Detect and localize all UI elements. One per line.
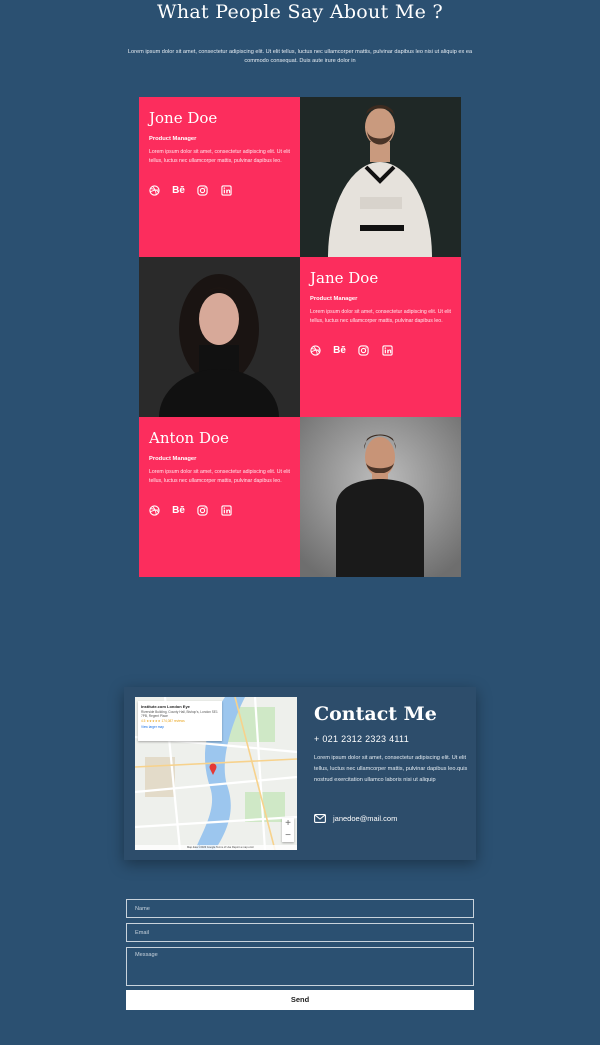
behance-icon[interactable]: Bē xyxy=(172,505,185,516)
name-input[interactable] xyxy=(126,899,474,918)
google-map[interactable]: Institute.com London Eye Riverside Build… xyxy=(135,697,297,850)
dribbble-icon[interactable] xyxy=(149,185,160,196)
linkedin-icon[interactable] xyxy=(221,185,232,196)
social-links: Bē xyxy=(149,185,290,196)
map-rating: 4.5 ★★★★★ 174,087 reviews xyxy=(141,719,185,723)
person-bio: Lorem ipsum dolor sit amet, consectetur … xyxy=(310,309,451,324)
linkedin-icon[interactable] xyxy=(221,505,232,516)
contact-phone: + 021 2312 2323 4111 xyxy=(314,734,410,744)
person-card-1: Jone Doe Product Manager Lorem ipsum dol… xyxy=(139,97,300,257)
person-photo-2 xyxy=(139,257,300,417)
map-address: Riverside Building, County Hall, Bishop'… xyxy=(141,710,218,718)
zoom-out-button[interactable]: − xyxy=(282,830,294,842)
person-card-2: Jane Doe Product Manager Lorem ipsum dol… xyxy=(300,257,461,417)
person-photo-1 xyxy=(300,97,461,257)
contact-body: Lorem ipsum dolor sit amet, consectetur … xyxy=(314,755,468,783)
zoom-in-button[interactable]: + xyxy=(282,818,294,830)
contact-email-row[interactable]: janedoe@mail.com xyxy=(314,814,397,823)
dribbble-icon[interactable] xyxy=(149,505,160,516)
map-place: Institute.com London Eye xyxy=(141,704,190,709)
person-bio: Lorem ipsum dolor sit amet, consectetur … xyxy=(149,469,290,484)
person-name: Anton Doe xyxy=(149,429,229,447)
map-zoom-controls: + − xyxy=(282,818,294,842)
view-larger-map-link[interactable]: View larger map xyxy=(141,725,219,729)
message-textarea[interactable] xyxy=(126,947,474,986)
dribbble-icon[interactable] xyxy=(310,345,321,356)
section-subtitle: Lorem ipsum dolor sit amet, consectetur … xyxy=(127,49,473,64)
instagram-icon[interactable] xyxy=(197,185,208,196)
team-grid: Jone Doe Product Manager Lorem ipsum dol… xyxy=(139,97,461,577)
email-input[interactable] xyxy=(126,923,474,942)
person-name: Jone Doe xyxy=(149,109,218,127)
person-name: Jane Doe xyxy=(310,269,379,287)
instagram-icon[interactable] xyxy=(358,345,369,356)
map-info-card: Institute.com London Eye Riverside Build… xyxy=(138,701,222,741)
behance-icon[interactable]: Bē xyxy=(172,185,185,196)
person-role: Product Manager xyxy=(149,456,197,462)
contact-card: Institute.com London Eye Riverside Build… xyxy=(124,687,476,860)
behance-icon[interactable]: Bē xyxy=(333,345,346,356)
person-role: Product Manager xyxy=(310,296,358,302)
instagram-icon[interactable] xyxy=(197,505,208,516)
social-links: Bē xyxy=(149,505,290,516)
person-role: Product Manager xyxy=(149,136,197,142)
person-bio: Lorem ipsum dolor sit amet, consectetur … xyxy=(149,149,290,164)
contact-title: Contact Me xyxy=(314,703,437,725)
send-button[interactable]: Send xyxy=(126,990,474,1010)
envelope-icon xyxy=(314,814,326,823)
social-links: Bē xyxy=(310,345,451,356)
person-photo-3 xyxy=(300,417,461,577)
person-card-3: Anton Doe Product Manager Lorem ipsum do… xyxy=(139,417,300,577)
linkedin-icon[interactable] xyxy=(382,345,393,356)
section-title: What People Say About Me ? xyxy=(157,1,443,23)
map-footer: Map data ©2023 Google Terms of Use Repor… xyxy=(135,845,297,850)
contact-email[interactable]: janedoe@mail.com xyxy=(333,814,397,823)
